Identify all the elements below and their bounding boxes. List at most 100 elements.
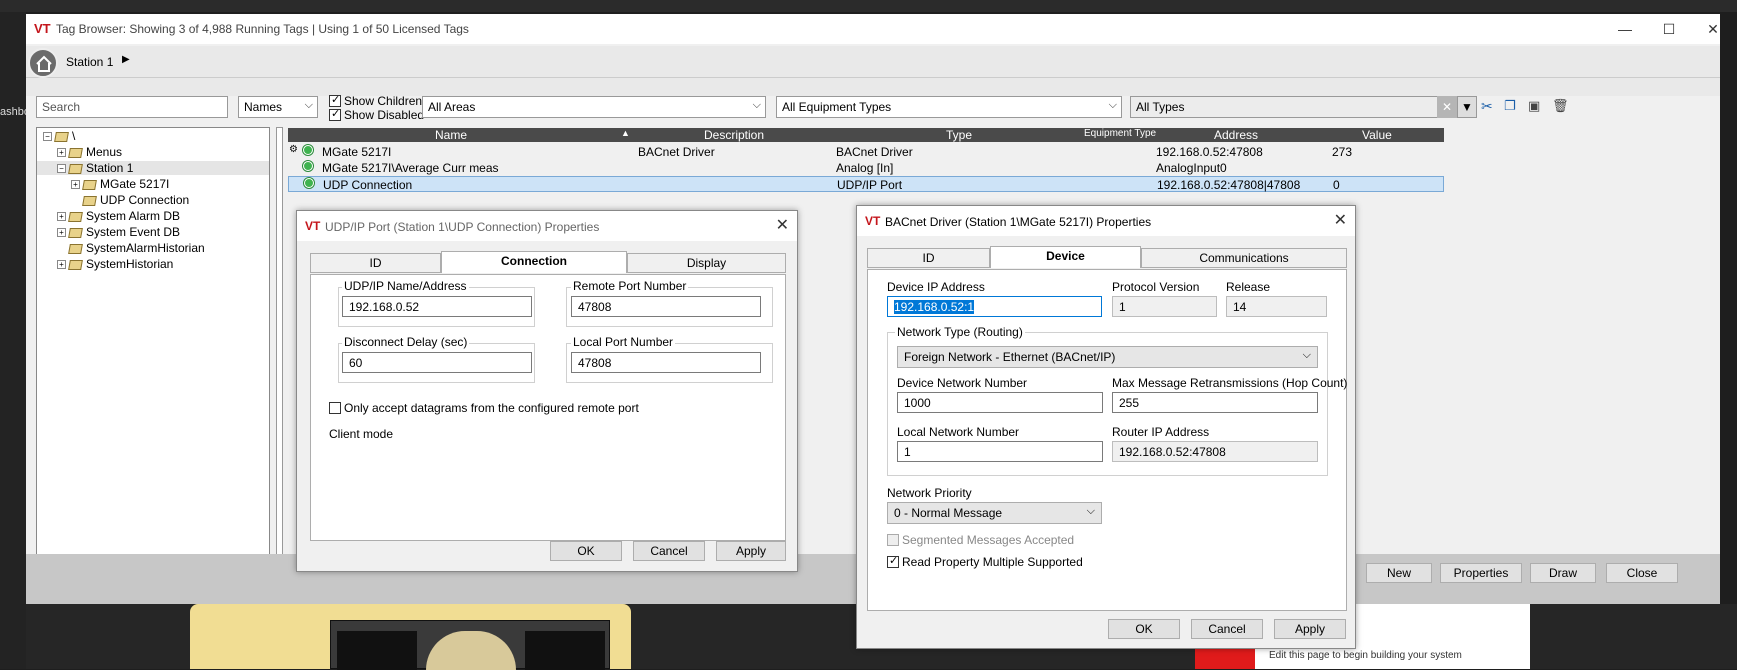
apply-button[interactable]: Apply <box>1274 619 1346 639</box>
device-net-label: Device Network Number <box>897 376 1028 390</box>
tree-item-label: System Event DB <box>86 225 181 239</box>
draw-button[interactable]: Draw <box>1530 563 1596 583</box>
tree-item[interactable]: + MGate 5217I <box>37 177 269 191</box>
col-value[interactable]: Value <box>1362 128 1392 142</box>
collapse-icon[interactable]: − <box>43 132 52 142</box>
driver-icon: ⚙ <box>289 144 298 155</box>
tab-display[interactable]: Display <box>627 253 786 273</box>
cut-icon[interactable]: ✂ <box>1481 98 1493 115</box>
local-port-input[interactable]: 47808 <box>571 352 761 373</box>
home-icon <box>36 55 52 72</box>
close-button[interactable]: Close <box>1606 563 1678 583</box>
ok-button[interactable]: OK <box>550 541 622 561</box>
apply-button[interactable]: Apply <box>716 541 786 561</box>
chevron-down-icon: ⌵ <box>752 99 761 111</box>
chevron-down-icon: ⌵ <box>1302 349 1311 361</box>
cancel-button[interactable]: Cancel <box>633 541 705 561</box>
desktop-top-strip <box>0 0 1737 12</box>
tag-icon <box>68 243 83 254</box>
tab-connection[interactable]: Connection <box>441 251 627 273</box>
release-field: 14 <box>1226 296 1327 317</box>
max-retrans-input[interactable]: 255 <box>1112 392 1318 413</box>
meter-left <box>337 631 417 670</box>
expand-icon[interactable]: + <box>57 260 66 270</box>
dialog-title: BACnet Driver (Station 1\MGate 5217I) Pr… <box>885 215 1152 229</box>
tree-item[interactable]: − \ <box>37 129 269 143</box>
row-address: 192.168.0.52:47808 <box>1156 145 1263 159</box>
filter-icon[interactable]: ▼ <box>1457 96 1477 118</box>
paste-icon[interactable]: ▣ <box>1528 98 1540 114</box>
tree-item[interactable]: SystemAlarmHistorian <box>37 241 269 255</box>
col-description[interactable]: Description <box>704 128 764 142</box>
breadcrumb-arrow-icon[interactable]: ▶ <box>122 54 130 65</box>
names-select[interactable]: Names ⌵ <box>238 96 318 118</box>
close-icon[interactable]: ✕ <box>1334 210 1347 230</box>
types-select[interactable]: All Types <box>1130 96 1438 118</box>
tab-device[interactable]: Device <box>990 246 1141 268</box>
tree-item[interactable]: + System Event DB <box>37 225 269 239</box>
row-name: UDP Connection <box>323 178 413 192</box>
device-panel: Device IP Address 192.168.0.52:1 Protoco… <box>867 269 1347 611</box>
tree-item[interactable]: + Menus <box>37 145 269 159</box>
maximize-icon[interactable]: ☐ <box>1654 18 1684 40</box>
sort-asc-icon: ▲ <box>621 128 630 138</box>
tree-item[interactable]: + System Alarm DB <box>37 209 269 223</box>
home-button[interactable] <box>28 48 58 78</box>
table-row[interactable]: ⚙ MGate 5217I BACnet Driver BACnet Drive… <box>288 144 1444 160</box>
dialog-titlebar: VT BACnet Driver (Station 1\MGate 5217I)… <box>857 206 1355 236</box>
show-children-label: Show Children <box>344 94 423 108</box>
col-name[interactable]: Name <box>435 128 467 142</box>
device-faceplate-image <box>330 620 610 670</box>
device-network-input[interactable]: 1000 <box>897 392 1103 413</box>
remote-port-label: Remote Port Number <box>571 279 689 293</box>
tab-id[interactable]: ID <box>310 253 441 273</box>
col-type[interactable]: Type <box>946 128 972 142</box>
col-equipment-type[interactable]: Equipment Type <box>1084 128 1156 139</box>
network-type-select[interactable]: Foreign Network - Ethernet (BACnet/IP) ⌵ <box>897 346 1318 368</box>
device-ip-input[interactable]: 192.168.0.52:1 <box>887 296 1102 317</box>
equipment-select[interactable]: All Equipment Types ⌵ <box>776 96 1122 118</box>
collapse-icon[interactable]: − <box>57 164 66 174</box>
local-port-label: Local Port Number <box>571 335 676 349</box>
expand-icon[interactable]: + <box>57 228 66 238</box>
new-button[interactable]: New <box>1366 563 1432 583</box>
toolbar-area <box>26 78 1720 96</box>
grid-header: Name ▲ Description Type Equipment Type A… <box>288 128 1444 142</box>
table-row[interactable]: MGate 5217I\Average Curr meas Analog [In… <box>288 160 1444 176</box>
expand-icon[interactable]: + <box>57 212 66 222</box>
search-input[interactable]: Search <box>36 96 228 118</box>
properties-button[interactable]: Properties <box>1440 563 1522 583</box>
remote-port-input[interactable]: 47808 <box>571 296 761 317</box>
name-address-input[interactable]: 192.168.0.52 <box>342 296 532 317</box>
local-network-input[interactable]: 1 <box>897 441 1103 462</box>
expand-icon[interactable]: + <box>71 180 80 190</box>
areas-select[interactable]: All Areas ⌵ <box>422 96 766 118</box>
network-priority-select[interactable]: 0 - Normal Message ⌵ <box>887 502 1102 524</box>
tree-item[interactable]: UDP Connection <box>37 193 269 207</box>
expand-icon[interactable]: + <box>57 148 66 158</box>
close-icon[interactable]: ✕ <box>776 215 789 235</box>
delete-icon[interactable]: 🗑 <box>1552 98 1569 114</box>
only-accept-checkbox[interactable]: Only accept datagrams from the configure… <box>329 401 639 415</box>
cancel-button[interactable]: Cancel <box>1191 619 1263 639</box>
minimize-icon[interactable]: — <box>1610 18 1640 40</box>
tag-icon <box>82 179 97 190</box>
col-address[interactable]: Address <box>1214 128 1258 142</box>
tree-item[interactable]: − Station 1 <box>37 161 269 175</box>
tree-item[interactable]: + SystemHistorian <box>37 257 269 271</box>
show-children-checkbox[interactable]: Show Children <box>329 93 423 108</box>
segmented-label: Segmented Messages Accepted <box>902 533 1075 547</box>
splitter-bar[interactable] <box>276 127 283 559</box>
ok-button[interactable]: OK <box>1108 619 1180 639</box>
read-multiple-checkbox[interactable]: Read Property Multiple Supported <box>887 554 1083 569</box>
tab-communications[interactable]: Communications <box>1141 248 1347 268</box>
tab-id[interactable]: ID <box>867 248 990 268</box>
breadcrumb-station[interactable]: Station 1 <box>66 55 113 69</box>
table-row-selected[interactable]: UDP Connection UDP/IP Port 192.168.0.52:… <box>288 176 1444 192</box>
show-disabled-checkbox[interactable]: Show Disabled <box>329 107 424 122</box>
tag-tree: − \ + Menus − Station 1 + MGate 5217I UDP Connec… <box>36 127 270 559</box>
clear-filter-icon[interactable]: ✕ <box>1437 96 1457 118</box>
copy-icon[interactable]: ❐ <box>1504 98 1516 114</box>
close-icon[interactable]: ✕ <box>1698 18 1728 40</box>
disconnect-delay-input[interactable]: 60 <box>342 352 532 373</box>
